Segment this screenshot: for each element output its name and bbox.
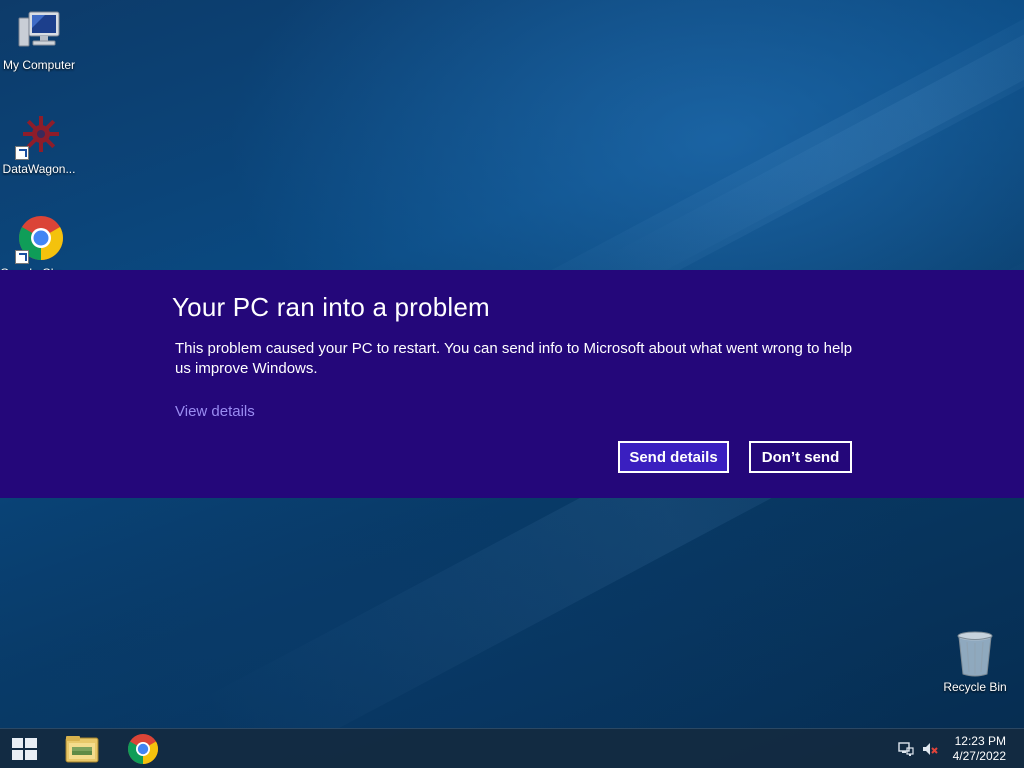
shortcut-arrow-icon bbox=[15, 250, 29, 264]
send-details-button[interactable]: Send details bbox=[618, 441, 729, 473]
file-explorer-button[interactable] bbox=[54, 729, 110, 768]
error-title: Your PC ran into a problem bbox=[172, 292, 490, 322]
desktop-icon-my-computer[interactable]: My Computer bbox=[0, 8, 78, 72]
volume-muted-icon[interactable] bbox=[922, 741, 938, 757]
wallpaper-streak bbox=[600, 0, 1024, 296]
clock-time: 12:23 PM bbox=[954, 734, 1006, 748]
network-icon[interactable] bbox=[898, 741, 914, 757]
start-button[interactable] bbox=[0, 729, 48, 768]
chrome-taskbar-button[interactable] bbox=[115, 729, 171, 768]
clock-date: 4/27/2022 bbox=[952, 749, 1006, 763]
desktop-icon-label: DataWagon... bbox=[2, 162, 76, 176]
view-details-link[interactable]: View details bbox=[175, 403, 255, 420]
recycle-bin-icon bbox=[951, 630, 999, 678]
system-tray: 12:23 PM 4/27/2022 bbox=[884, 729, 1024, 768]
desktop-icon-label: Recycle Bin bbox=[943, 680, 1007, 694]
desktop: My Computer DataWagon... Recycle Bin You… bbox=[0, 0, 1024, 768]
datawagon-icon bbox=[15, 112, 63, 160]
desktop-icon-datawagon[interactable]: DataWagon... bbox=[0, 112, 78, 176]
file-explorer-icon bbox=[65, 736, 99, 763]
desktop-icon-label: My Computer bbox=[2, 58, 76, 72]
desktop-icon-recycle-bin[interactable]: Recycle Bin bbox=[936, 630, 1014, 694]
chrome-icon bbox=[15, 216, 63, 264]
error-message: This problem caused your PC to restart. … bbox=[175, 340, 853, 377]
taskbar-clock[interactable]: 12:23 PM 4/27/2022 bbox=[953, 734, 1006, 764]
taskbar: 12:23 PM 4/27/2022 bbox=[0, 728, 1024, 768]
chrome-icon bbox=[127, 734, 159, 764]
computer-icon bbox=[15, 8, 63, 56]
dont-send-button[interactable]: Don’t send bbox=[749, 441, 852, 473]
shortcut-arrow-icon bbox=[15, 146, 29, 160]
windows-start-icon bbox=[12, 738, 37, 760]
error-dialog: Your PC ran into a problem This problem … bbox=[0, 270, 1024, 498]
